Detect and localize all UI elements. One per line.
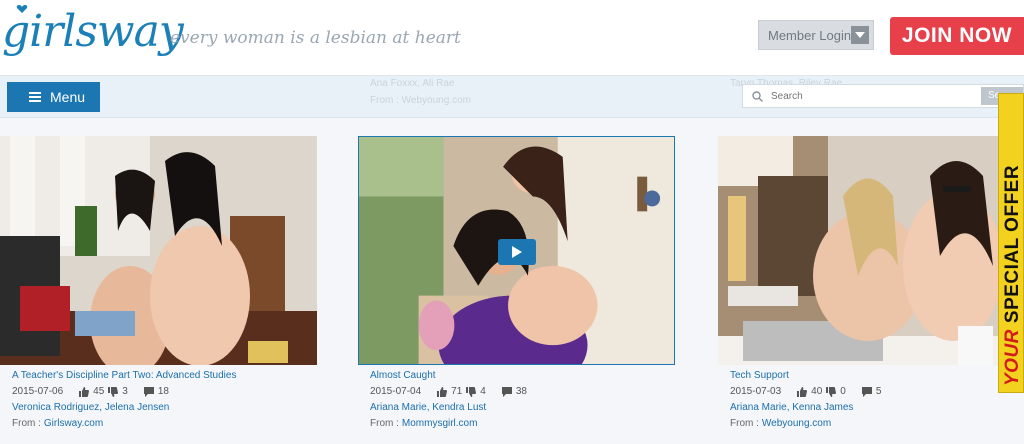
comments-count: 38 (515, 386, 527, 397)
special-offer-label: YOUR SPECIAL OFFER (1002, 164, 1023, 386)
likes-count: 71 (451, 386, 463, 397)
thumbs-down-icon[interactable] (108, 386, 119, 397)
ghost-text: Ana Foxxx, Ali Rae (370, 78, 455, 89)
video-date: 2015-07-04 (370, 386, 422, 397)
thumbs-down-icon[interactable] (466, 386, 477, 397)
comments-count: 5 (875, 386, 882, 397)
video-thumbnail[interactable] (0, 136, 317, 365)
menu-button[interactable]: Menu (7, 82, 100, 112)
logo-text: girlsway (2, 6, 184, 57)
menu-label: Menu (50, 89, 86, 105)
video-card: Tech Support 2015-07-03 40 0 5 Ariana Ma… (718, 136, 1024, 429)
video-meta: 2015-07-03 40 0 5 (718, 386, 1024, 397)
heart-icon (16, 5, 28, 13)
video-title[interactable]: A Teacher's Discipline Part Two: Advance… (0, 370, 317, 381)
offer-your-text: YOUR (1002, 329, 1023, 386)
site-logo[interactable]: girlsway (2, 6, 184, 57)
likes-count: 40 (811, 386, 823, 397)
thumbnail-image (0, 136, 317, 365)
page: girlsway every woman is a lesbian at hea… (0, 0, 1024, 444)
thumbs-up-icon[interactable] (437, 386, 448, 397)
thumbs-up-icon[interactable] (79, 386, 90, 397)
special-offer-tab[interactable]: YOUR SPECIAL OFFER (998, 93, 1024, 393)
member-login-label: Member Login (768, 27, 852, 43)
thumbs-up-icon[interactable] (797, 386, 808, 397)
video-meta: 2015-07-06 45 3 18 (0, 386, 317, 397)
video-actors[interactable]: Ariana Marie, Kenna James (718, 402, 1024, 413)
video-thumbnail[interactable] (358, 136, 675, 365)
chevron-down-icon (851, 26, 869, 44)
dislikes-count: 4 (480, 386, 486, 397)
hamburger-icon (29, 92, 41, 102)
play-button[interactable] (498, 239, 536, 265)
dislikes-count: 3 (122, 386, 128, 397)
video-card: Almost Caught 2015-07-04 71 4 38 Ariana … (358, 136, 675, 429)
search-icon (752, 90, 763, 102)
video-source: From : Girlsway.com (0, 418, 317, 429)
play-icon (512, 246, 522, 258)
search-input[interactable] (771, 90, 971, 102)
from-label: From : (370, 418, 399, 429)
likes-count: 45 (93, 386, 105, 397)
video-source: From : Mommysgirl.com (358, 418, 675, 429)
dislikes-count: 0 (840, 386, 846, 397)
ghost-text: From : Webyoung.com (370, 95, 471, 106)
video-card: A Teacher's Discipline Part Two: Advance… (0, 136, 317, 429)
comment-icon[interactable] (861, 386, 872, 397)
source-site-link[interactable]: Webyoung.com (762, 418, 831, 429)
thumbs-down-icon[interactable] (826, 386, 837, 397)
offer-special-text: SPECIAL OFFER (1002, 164, 1023, 324)
video-meta: 2015-07-04 71 4 38 (358, 386, 675, 397)
member-login-button[interactable]: Member Login (758, 20, 874, 50)
thumbnail-image (718, 136, 1024, 365)
site-header: girlsway every woman is a lesbian at hea… (0, 0, 1024, 76)
from-label: From : (12, 418, 41, 429)
video-thumbnail[interactable] (718, 136, 1024, 365)
video-date: 2015-07-06 (12, 386, 64, 397)
video-actors[interactable]: Ariana Marie, Kendra Lust (358, 402, 675, 413)
nav-bar: Ana Foxxx, Ali Rae From : Webyoung.com T… (0, 76, 1024, 118)
video-actors[interactable]: Veronica Rodriguez, Jelena Jensen (0, 402, 317, 413)
video-title[interactable]: Almost Caught (358, 370, 675, 381)
comment-icon[interactable] (143, 386, 154, 397)
comments-count: 18 (157, 386, 169, 397)
site-tagline: every woman is a lesbian at heart (170, 28, 461, 48)
search-box: Se (742, 84, 1024, 108)
video-source: From : Webyoung.com (718, 418, 1024, 429)
video-title[interactable]: Tech Support (718, 370, 1024, 381)
source-site-link[interactable]: Girlsway.com (44, 418, 103, 429)
source-site-link[interactable]: Mommysgirl.com (402, 418, 478, 429)
comment-icon[interactable] (501, 386, 512, 397)
video-date: 2015-07-03 (730, 386, 782, 397)
video-grid: A Teacher's Discipline Part Two: Advance… (0, 118, 1024, 444)
join-now-button[interactable]: JOIN NOW (890, 17, 1024, 55)
from-label: From : (730, 418, 759, 429)
